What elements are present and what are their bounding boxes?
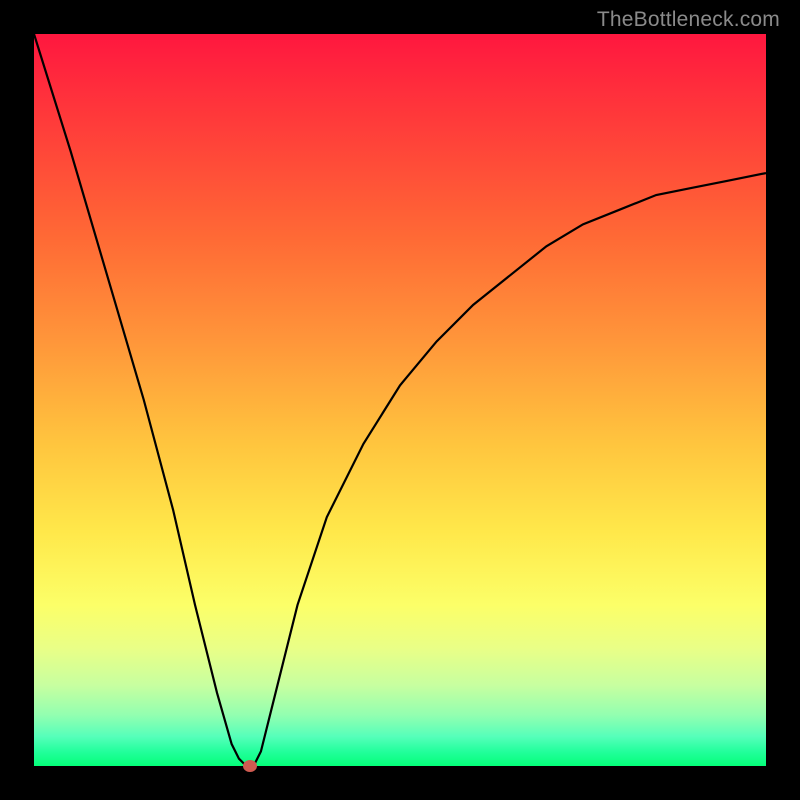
plot-area — [34, 34, 766, 766]
chart-frame: TheBottleneck.com — [0, 0, 800, 800]
watermark-text: TheBottleneck.com — [597, 8, 780, 32]
bottleneck-curve — [34, 34, 766, 766]
optimal-point-marker — [243, 760, 257, 772]
curve-line — [34, 34, 766, 766]
